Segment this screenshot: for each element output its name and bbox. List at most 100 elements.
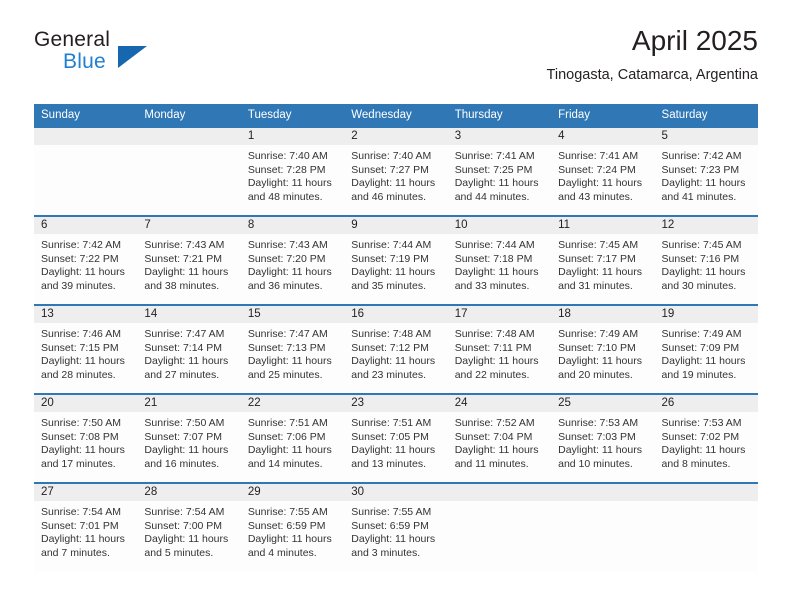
day-cell-inner: 11 Sunrise: 7:45 AM Sunset: 7:17 PM Dayligh… — [551, 217, 655, 304]
daylight-text-line1: Daylight: 11 hours — [351, 533, 436, 546]
daylight-text-line1: Daylight: 11 hours — [247, 266, 332, 279]
day-cell-inner: 7 Sunrise: 7:43 AM Sunset: 7:21 PM Daylight… — [137, 217, 241, 304]
day-number: 4 — [551, 128, 655, 145]
day-details: Sunrise: 7:46 AM Sunset: 7:15 PM Daylight:… — [34, 323, 137, 382]
calendar-day-cell[interactable]: 13 Sunrise: 7:46 AM Sunset: 7:15 PM Dayligh… — [34, 304, 138, 394]
sunrise-text: Sunrise: 7:45 AM — [661, 239, 742, 251]
calendar-day-cell[interactable]: 11 Sunrise: 7:45 AM Sunset: 7:17 PM Dayligh… — [551, 215, 655, 305]
sunrise-text: Sunrise: 7:47 AM — [144, 328, 225, 340]
calendar-week-row: 20 Sunrise: 7:50 AM Sunset: 7:08 PM Dayligh… — [34, 393, 758, 483]
day-number: 2 — [344, 128, 448, 145]
day-details: Sunrise: 7:49 AM Sunset: 7:10 PM Daylight:… — [551, 323, 654, 382]
day-cell-inner: 24 Sunrise: 7:52 AM Sunset: 7:04 PM Dayligh… — [447, 395, 552, 482]
day-cell-inner: 10 Sunrise: 7:44 AM Sunset: 7:18 PM Dayligh… — [447, 217, 552, 304]
calendar-day-cell[interactable]: 8 Sunrise: 7:43 AM Sunset: 7:20 PM Daylight… — [240, 215, 345, 305]
calendar-day-cell[interactable]: 10 Sunrise: 7:44 AM Sunset: 7:18 PM Dayligh… — [447, 215, 552, 305]
calendar-week-row: 13 Sunrise: 7:46 AM Sunset: 7:15 PM Dayligh… — [34, 304, 758, 394]
calendar-day-cell[interactable]: 19 Sunrise: 7:49 AM Sunset: 7:09 PM Dayligh… — [654, 304, 758, 394]
sunrise-text: Sunrise: 7:43 AM — [144, 239, 225, 251]
day-cell-inner: 16 Sunrise: 7:48 AM Sunset: 7:12 PM Dayligh… — [344, 306, 448, 393]
daylight-text-line1: Daylight: 11 hours — [454, 177, 539, 190]
day-number: 29 — [240, 484, 345, 501]
daylight-text-line2: and 23 minutes. — [351, 368, 426, 381]
sunset-text: Sunset: 7:27 PM — [351, 163, 429, 176]
calendar-day-cell[interactable]: 20 Sunrise: 7:50 AM Sunset: 7:08 PM Dayligh… — [34, 393, 138, 483]
calendar-day-cell[interactable]: 22 Sunrise: 7:51 AM Sunset: 7:06 PM Dayligh… — [240, 393, 345, 483]
day-number: 18 — [551, 306, 655, 323]
sunrise-text: Sunrise: 7:54 AM — [144, 506, 225, 518]
day-cell-inner: 21 Sunrise: 7:50 AM Sunset: 7:07 PM Dayligh… — [137, 395, 241, 482]
calendar-day-cell[interactable]: 6 Sunrise: 7:42 AM Sunset: 7:22 PM Daylight… — [34, 215, 138, 305]
calendar-day-cell[interactable]: 12 Sunrise: 7:45 AM Sunset: 7:16 PM Dayligh… — [654, 215, 758, 305]
calendar-day-cell[interactable]: 7 Sunrise: 7:43 AM Sunset: 7:21 PM Daylight… — [137, 215, 241, 305]
daylight-text-line1: Daylight: 11 hours — [247, 177, 332, 190]
sunrise-text: Sunrise: 7:49 AM — [558, 328, 639, 340]
day-number: 22 — [240, 395, 345, 412]
day-cell-inner — [654, 484, 758, 571]
calendar-day-cell[interactable]: 2 Sunrise: 7:40 AM Sunset: 7:27 PM Daylight… — [344, 126, 448, 216]
daylight-text-line2: and 17 minutes. — [41, 457, 116, 470]
sunset-text: Sunset: 7:04 PM — [454, 430, 533, 443]
calendar-day-cell[interactable]: 17 Sunrise: 7:48 AM Sunset: 7:11 PM Dayligh… — [447, 304, 552, 394]
weekday-header-saturday: Saturday — [654, 104, 758, 127]
calendar-day-cell[interactable]: 1 Sunrise: 7:40 AM Sunset: 7:28 PM Daylight… — [240, 126, 345, 216]
daylight-text-line1: Daylight: 11 hours — [454, 266, 539, 279]
calendar-day-cell[interactable]: 4 Sunrise: 7:41 AM Sunset: 7:24 PM Daylight… — [551, 126, 655, 216]
calendar-day-cell[interactable]: 27 Sunrise: 7:54 AM Sunset: 7:01 PM Dayligh… — [34, 482, 138, 572]
calendar-day-cell[interactable]: 21 Sunrise: 7:50 AM Sunset: 7:07 PM Dayligh… — [137, 393, 241, 483]
page-header: General Blue April 2025 Tinogasta, Catam… — [34, 24, 758, 96]
day-cell-inner: 29 Sunrise: 7:55 AM Sunset: 6:59 PM Dayligh… — [240, 484, 345, 571]
daylight-text-line2: and 44 minutes. — [454, 190, 530, 203]
sunrise-text: Sunrise: 7:40 AM — [351, 150, 432, 162]
logo-text-general: General — [34, 28, 111, 51]
day-cell-inner: 1 Sunrise: 7:40 AM Sunset: 7:28 PM Daylight… — [240, 128, 345, 215]
sunrise-text: Sunrise: 7:52 AM — [454, 417, 535, 429]
calendar-day-cell[interactable]: 18 Sunrise: 7:49 AM Sunset: 7:10 PM Dayligh… — [551, 304, 655, 394]
day-details: Sunrise: 7:49 AM Sunset: 7:09 PM Daylight:… — [655, 323, 758, 382]
daylight-text-line2: and 41 minutes. — [661, 190, 737, 203]
calendar-day-cell[interactable]: 23 Sunrise: 7:51 AM Sunset: 7:05 PM Dayligh… — [344, 393, 448, 483]
sunrise-text: Sunrise: 7:55 AM — [351, 506, 432, 518]
daylight-text-line1: Daylight: 11 hours — [558, 444, 642, 457]
day-number: 7 — [137, 217, 241, 234]
daylight-text-line2: and 14 minutes. — [247, 457, 323, 470]
sunset-text: Sunset: 7:06 PM — [247, 430, 326, 443]
sunset-text: Sunset: 7:19 PM — [351, 252, 429, 265]
daylight-text-line2: and 11 minutes. — [454, 457, 529, 470]
day-details: Sunrise: 7:45 AM Sunset: 7:17 PM Daylight:… — [551, 234, 654, 293]
calendar-day-cell[interactable]: 5 Sunrise: 7:42 AM Sunset: 7:23 PM Daylight… — [654, 126, 758, 216]
calendar-day-cell[interactable]: 9 Sunrise: 7:44 AM Sunset: 7:19 PM Daylight… — [344, 215, 448, 305]
daylight-text-line1: Daylight: 11 hours — [247, 355, 332, 368]
calendar-day-cell[interactable]: 30 Sunrise: 7:55 AM Sunset: 6:59 PM Dayligh… — [344, 482, 448, 572]
sunrise-text: Sunrise: 7:51 AM — [351, 417, 432, 429]
day-number: 28 — [137, 484, 241, 501]
daylight-text-line1: Daylight: 11 hours — [41, 533, 125, 546]
daylight-text-line2: and 25 minutes. — [247, 368, 323, 381]
calendar-day-cell[interactable]: 3 Sunrise: 7:41 AM Sunset: 7:25 PM Daylight… — [447, 126, 552, 216]
calendar-day-cell[interactable]: 26 Sunrise: 7:53 AM Sunset: 7:02 PM Dayligh… — [654, 393, 758, 483]
calendar-week-row: 6 Sunrise: 7:42 AM Sunset: 7:22 PM Daylight… — [34, 215, 758, 305]
generalblue-logo[interactable]: General Blue — [34, 28, 234, 84]
calendar-day-cell[interactable]: 15 Sunrise: 7:47 AM Sunset: 7:13 PM Dayligh… — [240, 304, 345, 394]
calendar-day-cell[interactable]: 14 Sunrise: 7:47 AM Sunset: 7:14 PM Dayligh… — [137, 304, 241, 394]
day-details: Sunrise: 7:52 AM Sunset: 7:04 PM Daylight:… — [448, 412, 551, 471]
sunset-text: Sunset: 7:01 PM — [41, 519, 119, 532]
calendar-day-cell[interactable]: 24 Sunrise: 7:52 AM Sunset: 7:04 PM Dayligh… — [447, 393, 552, 483]
day-number: 20 — [34, 395, 138, 412]
sunrise-text: Sunrise: 7:40 AM — [247, 150, 328, 162]
sunrise-text: Sunrise: 7:53 AM — [661, 417, 742, 429]
calendar-day-cell[interactable]: 29 Sunrise: 7:55 AM Sunset: 6:59 PM Dayligh… — [240, 482, 345, 572]
calendar-day-cell[interactable]: 16 Sunrise: 7:48 AM Sunset: 7:12 PM Dayligh… — [344, 304, 448, 394]
daylight-text-line2: and 5 minutes. — [144, 546, 214, 559]
calendar-day-cell[interactable]: 28 Sunrise: 7:54 AM Sunset: 7:00 PM Dayligh… — [137, 482, 241, 572]
day-number: 10 — [447, 217, 552, 234]
daylight-text-line2: and 10 minutes. — [558, 457, 633, 470]
day-details: Sunrise: 7:43 AM Sunset: 7:20 PM Daylight:… — [241, 234, 344, 293]
day-details: Sunrise: 7:45 AM Sunset: 7:16 PM Daylight:… — [655, 234, 758, 293]
weekday-header-thursday: Thursday — [447, 104, 552, 127]
sunset-text: Sunset: 6:59 PM — [351, 519, 429, 532]
sunrise-text: Sunrise: 7:54 AM — [41, 506, 121, 518]
daylight-text-line1: Daylight: 11 hours — [351, 266, 436, 279]
calendar-day-cell[interactable]: 25 Sunrise: 7:53 AM Sunset: 7:03 PM Dayligh… — [551, 393, 655, 483]
calendar-day-cell-empty — [137, 126, 241, 216]
